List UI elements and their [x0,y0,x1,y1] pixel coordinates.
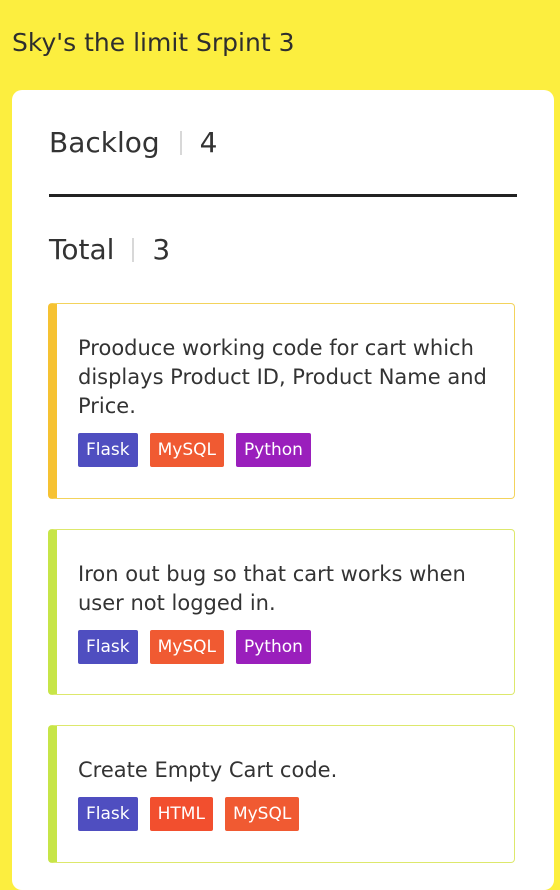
tag-flask: Flask [78,630,138,664]
total-row: Total 3 [49,231,170,269]
column-header: Backlog 4 [49,124,218,162]
tag-mysql: MySQL [149,630,224,664]
total-label: Total [49,233,115,266]
task-card[interactable]: Create Empty Cart code. Flask HTML MySQL [48,725,515,863]
task-card[interactable]: Iron out bug so that cart works when use… [48,529,515,695]
column-count: 4 [199,126,218,159]
tag-list: Flask MySQL Python [78,630,494,664]
tag-python: Python [236,630,311,664]
task-card[interactable]: Prooduce working code for cart which dis… [48,303,515,499]
header-separator [179,131,182,155]
tag-flask: Flask [78,433,138,467]
task-description: Prooduce working code for cart which dis… [78,336,487,418]
tag-flask: Flask [78,797,138,831]
sprint-title: Sky's the limit Srpint 3 [12,28,295,57]
total-count: 3 [152,233,171,266]
total-separator [132,238,135,262]
task-description: Iron out bug so that cart works when use… [78,562,466,615]
column-name: Backlog [49,126,160,159]
task-description: Create Empty Cart code. [78,758,338,782]
tag-python: Python [236,433,311,467]
tag-mysql: MySQL [224,797,300,831]
tag-mysql: MySQL [149,433,224,467]
backlog-column: Backlog 4 Total 3 Prooduce working code … [12,90,554,890]
tag-list: Flask MySQL Python [78,433,494,467]
tag-list: Flask HTML MySQL [78,797,494,831]
column-divider [49,194,517,197]
tag-html: HTML [149,797,213,831]
